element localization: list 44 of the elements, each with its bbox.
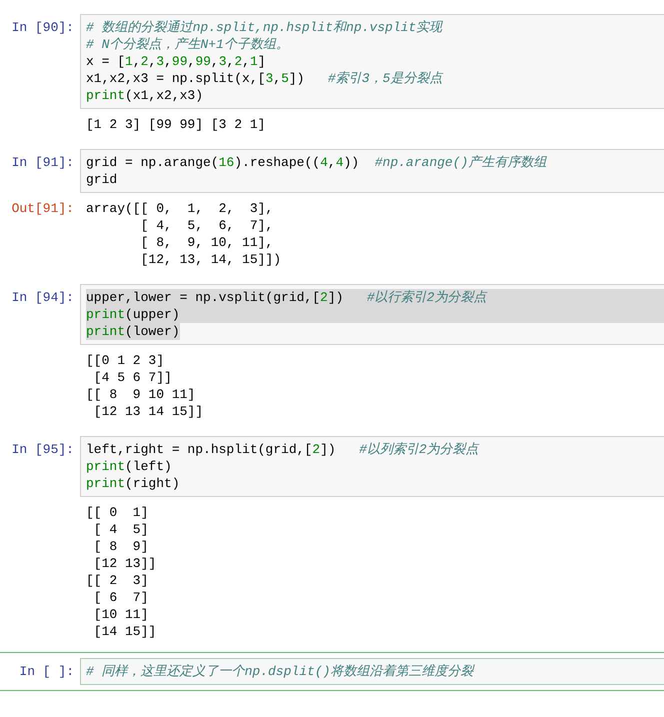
- output-line: array([[ 0, 1, 2, 3],: [86, 200, 274, 217]
- code-line: x = [1,2,3,99,99,3,2,1]: [86, 53, 266, 70]
- input-prompt: In [91]:: [12, 154, 74, 172]
- code-input[interactable]: # 同样，这里还定义了一个np.dsplit()将数组沿着第三维度分裂: [80, 658, 664, 685]
- notebook-cell[interactable]: In [90]: # 数组的分裂通过np.split,np.hsplit和np.vsplit实现 # N个分裂点，产生N+1个子数组。 x = [1,2,3,99,99,3,2,1] x1,x2,x3 = np.split(x,[3,5]) #索引3，5是分裂点 print(x1,x2,x3) [1 2 3] [99 99] [3 2 1]: [0, 8, 664, 139]
- code-input[interactable]: grid = np.arange(16).reshape((4,4)) #np.arange()产生有序数组 grid: [80, 149, 664, 193]
- code-input[interactable]: left,right = np.hsplit(grid,[2]) #以列索引2为分裂点 print(left) print(right): [80, 436, 664, 497]
- notebook-cell[interactable]: In [91]: grid = np.arange(16).reshape((4,4)) #np.arange()产生有序数组 grid Out[91]: array([[ 0, 1, 2, 3], [ 4, 5, 6, 7], [ 8, 9, 10, 11], [12, 13, 14, 15]]): [0, 143, 664, 274]
- output-line: [[ 2 3]: [86, 572, 148, 589]
- code-input[interactable]: upper,lower = np.vsplit(grid,[2]) #以行索引2为分裂点 print(upper) print(lower): [80, 284, 664, 345]
- code-line: left,right = np.hsplit(grid,[2]) #以列索引2为分裂点: [86, 441, 479, 458]
- output-line: [1 2 3] [99 99] [3 2 1]: [86, 116, 266, 133]
- code-line: x1,x2,x3 = np.split(x,[3,5]) #索引3，5是分裂点: [86, 70, 442, 87]
- output-line: [ 8 9]: [92, 538, 148, 555]
- code-line: # 同样，这里还定义了一个np.dsplit()将数组沿着第三维度分裂: [86, 663, 474, 680]
- output-line: [14 15]]: [92, 623, 156, 640]
- notebook-cell[interactable]: In [95]: left,right = np.hsplit(grid,[2]) #以列索引2为分裂点 print(left) print(right) [[ 0 1] [ 4 5] [ 8 9] [12 13]] [[ 2 3] [ 6 7] [10 11] [14 15]]: [0, 430, 664, 646]
- input-prompt: In [94]:: [12, 289, 74, 307]
- output-line: [4 5 6 7]]: [92, 369, 172, 386]
- code-line: grid: [86, 171, 118, 188]
- output-prompt: Out[91]:: [12, 200, 74, 217]
- notebook-cell[interactable]: In [94]: upper,lower = np.vsplit(grid,[2]) #以行索引2为分裂点 print(upper) print(lower) [[0 1 2 3] [4 5 6 7]] [[ 8 9 10 11] [12 13 14 15]]: [0, 278, 664, 426]
- output-line: [10 11]: [92, 606, 148, 623]
- input-prompt: In [95]:: [12, 441, 74, 459]
- input-prompt: In [90]:: [12, 19, 74, 37]
- code-line: print(right): [86, 475, 180, 492]
- output-line: [ 4 5]: [92, 521, 148, 538]
- output-line: [[0 1 2 3]: [86, 352, 164, 369]
- code-line: # 数组的分裂通过np.split,np.hsplit和np.vsplit实现: [86, 19, 442, 36]
- output-line: [12 13]]: [92, 555, 156, 572]
- code-line: grid = np.arange(16).reshape((4,4)) #np.arange()产生有序数组: [86, 154, 546, 171]
- input-prompt: In [ ]:: [19, 663, 74, 681]
- code-line: print(x1,x2,x3): [86, 87, 204, 104]
- code-input[interactable]: # 数组的分裂通过np.split,np.hsplit和np.vsplit实现 # N个分裂点，产生N+1个子数组。 x = [1,2,3,99,99,3,2,1] x1,x2,x3 = np.split(x,[3,5]) #索引3，5是分裂点 print(x1,x2,x3): [80, 14, 664, 109]
- output-line: [ 8, 9, 10, 11],: [140, 234, 274, 251]
- output-line: [12, 13, 14, 15]]): [140, 251, 282, 268]
- output-line: [ 4, 5, 6, 7],: [140, 217, 274, 234]
- code-line: print(left): [86, 458, 172, 475]
- code-line: # N个分裂点，产生N+1个子数组。: [86, 36, 289, 53]
- output-line: [[ 8 9 10 11]: [86, 386, 196, 403]
- notebook-cell[interactable]: In [ ]: # 同样，这里还定义了一个np.dsplit()将数组沿着第三维度分裂: [0, 652, 664, 691]
- output-line: [[ 0 1]: [86, 504, 148, 521]
- output-line: [ 6 7]: [92, 589, 148, 606]
- output-line: [12 13 14 15]]: [92, 403, 204, 420]
